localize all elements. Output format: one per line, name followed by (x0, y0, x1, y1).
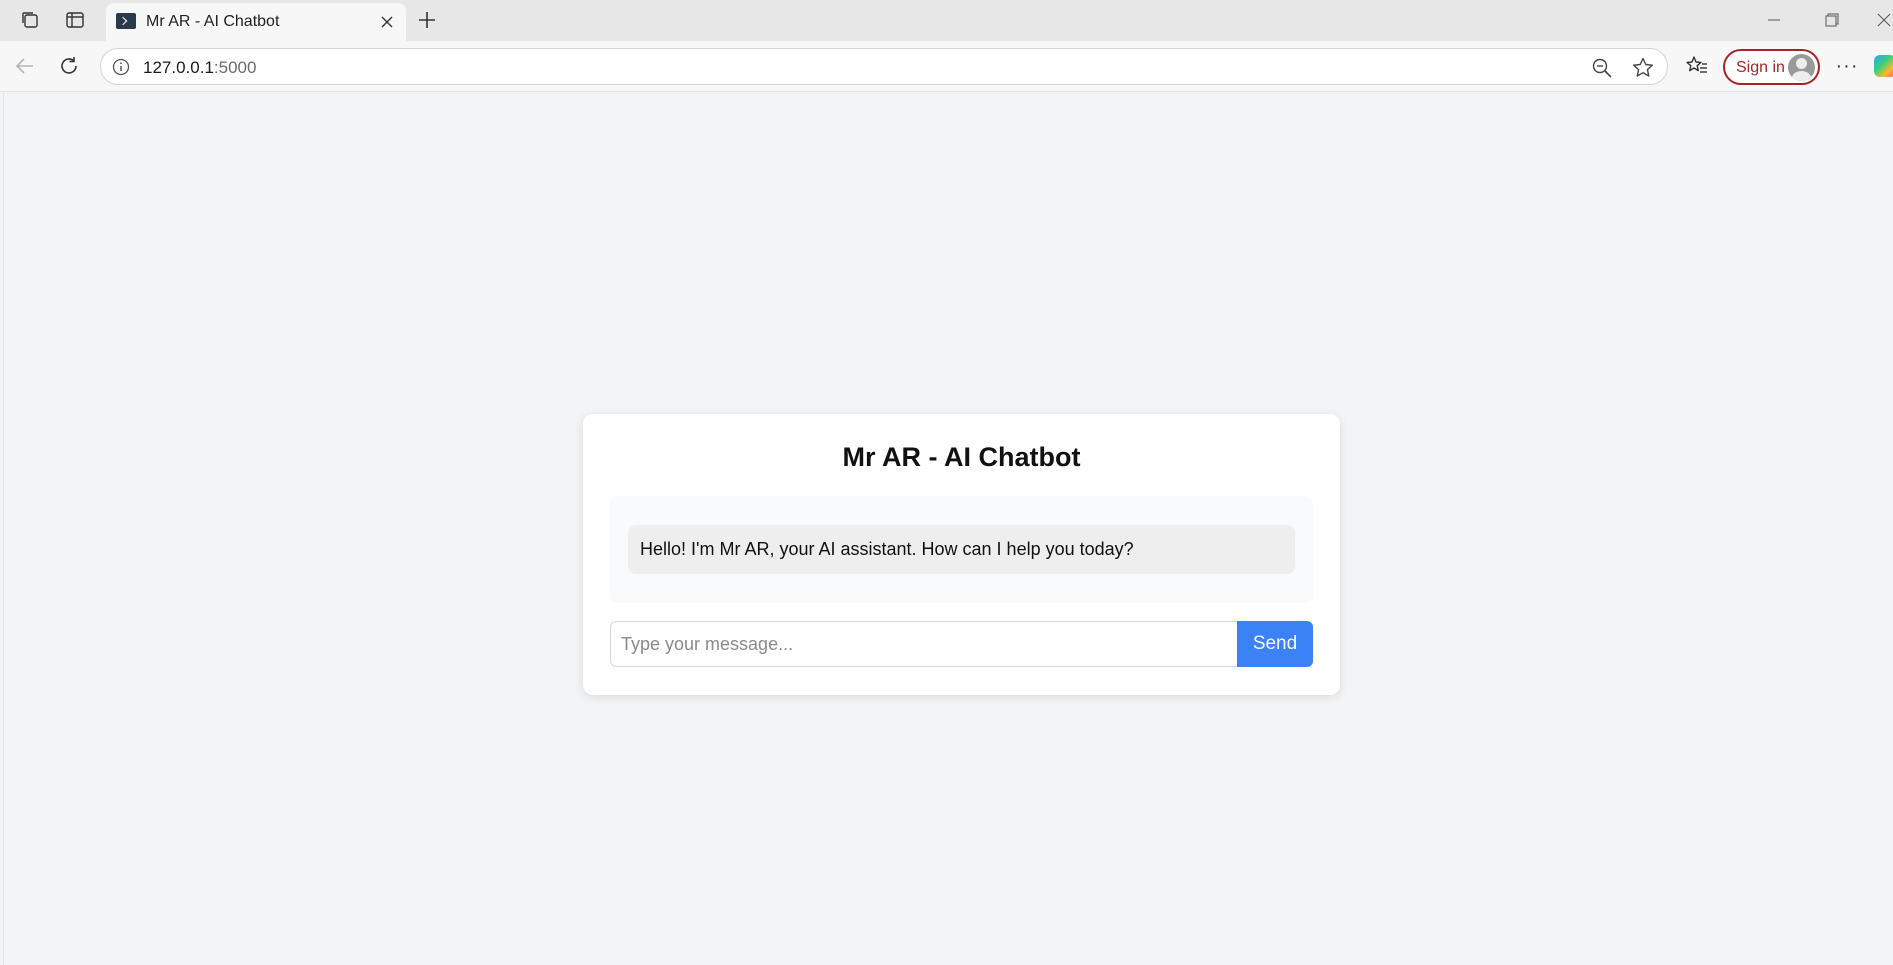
message-input[interactable] (610, 621, 1237, 667)
tab-title: Mr AR - AI Chatbot (146, 13, 280, 30)
close-tab-icon[interactable] (376, 11, 398, 33)
workspaces-icon[interactable] (12, 6, 48, 34)
refresh-icon[interactable] (52, 49, 86, 83)
favorites-list-icon[interactable] (1680, 49, 1714, 83)
page-viewport: Mr AR - AI Chatbot Hello! I'm Mr AR, you… (3, 93, 1893, 965)
chatbot-card: Mr AR - AI Chatbot Hello! I'm Mr AR, you… (583, 414, 1340, 695)
restore-icon[interactable] (1810, 6, 1854, 34)
send-button[interactable]: Send (1237, 621, 1313, 667)
chatbot-title: Mr AR - AI Chatbot (842, 442, 1081, 472)
sign-in-button[interactable]: Sign in (1723, 49, 1820, 85)
profile-avatar-icon (1788, 54, 1815, 81)
tab-active[interactable]: Mr AR - AI Chatbot (106, 3, 406, 41)
vertical-tabs-icon[interactable] (57, 6, 93, 34)
zoom-out-icon[interactable] (1591, 57, 1613, 79)
address-bar[interactable]: 127.0.0.1:5000 (100, 48, 1668, 85)
site-info-icon[interactable] (112, 58, 130, 76)
browser-toolbar: 127.0.0.1:5000 Sign in ··· (0, 41, 1893, 92)
window-close-icon[interactable] (1862, 6, 1893, 34)
new-tab-plus-icon[interactable] (412, 6, 442, 34)
bot-message: Hello! I'm Mr AR, your AI assistant. How… (628, 525, 1295, 574)
minimize-icon[interactable] (1752, 6, 1796, 34)
copilot-icon[interactable] (1874, 55, 1893, 77)
url-host: 127.0.0.1 (143, 58, 214, 77)
url-port: :5000 (213, 58, 257, 77)
browser-tab-strip: Mr AR - AI Chatbot (0, 0, 1893, 41)
more-options-icon[interactable]: ··· (1830, 49, 1864, 83)
message-input-row: Send (610, 621, 1313, 667)
chat-messages-box: Hello! I'm Mr AR, your AI assistant. How… (610, 496, 1313, 603)
url-text: 127.0.0.1:5000 (143, 58, 256, 78)
back-arrow-icon[interactable] (8, 49, 42, 83)
favorite-star-icon[interactable] (1631, 56, 1655, 80)
sign-in-label: Sign in (1736, 59, 1785, 76)
terminal-favicon-icon (116, 13, 136, 29)
